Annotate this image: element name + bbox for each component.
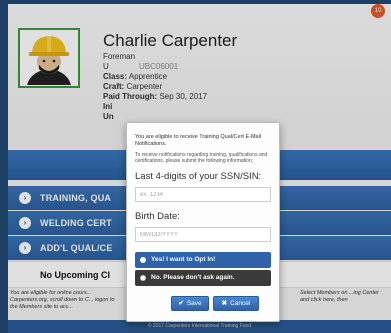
email-notification-dialog: You are eligible to receive Training Qua… [126,122,280,322]
ssn-input[interactable] [135,187,271,202]
dialog-intro: You are eligible to receive Training Qua… [135,134,262,147]
dialog-instructions: To receive notifications regarding train… [135,152,268,164]
opt-in-no-label: No. Please don't ask again. [151,274,235,281]
radio-unselected-icon [140,275,146,281]
save-button[interactable]: ✔ Save [171,296,209,311]
birth-date-input[interactable] [135,227,271,242]
cancel-label: Cancel [230,300,251,307]
check-icon: ✔ [178,300,184,307]
opt-in-yes-option[interactable]: Yes! I want to Opt In! [135,252,271,268]
radio-selected-icon [140,257,146,263]
opt-in-no-option[interactable]: No. Please don't ask again. [135,270,271,286]
save-label: Save [186,300,202,307]
birth-date-label: Birth Date: [135,211,180,222]
app-window: Charlie Carpenter Foreman U UBC06001 Cla… [8,4,391,333]
cancel-button[interactable]: ✖ Cancel [213,296,259,311]
ssn-label: Last 4-digits of your SSN/SIN: [135,171,262,182]
opt-in-yes-label: Yes! I want to Opt In! [151,256,216,263]
close-icon: ✖ [221,300,228,307]
